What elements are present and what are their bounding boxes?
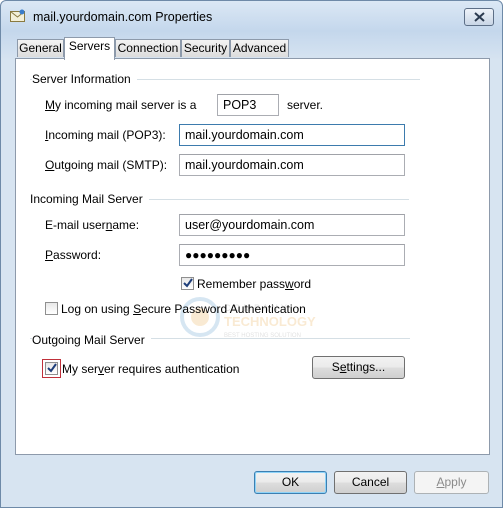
close-button[interactable] [464, 8, 494, 26]
ok-button[interactable]: OK [254, 471, 327, 494]
apply-button[interactable]: Apply [414, 471, 489, 494]
incoming-server-type-field[interactable]: POP3 [217, 94, 279, 116]
incoming-mail-label: Incoming mail (POP3): [45, 128, 166, 142]
settings-button[interactable]: Settings... [312, 356, 405, 379]
svg-text:TECHNOLOGY: TECHNOLOGY [224, 314, 316, 329]
secure-password-auth-label: Log on using Secure Password Authenticat… [61, 302, 306, 316]
checkmark-icon [47, 363, 57, 373]
tab-servers[interactable]: Servers [64, 37, 115, 60]
email-username-label: E-mail username: [45, 218, 140, 232]
tab-connection[interactable]: Connection [115, 39, 181, 57]
password-field[interactable]: ●●●●●●●●● [179, 244, 405, 266]
incoming-server-type-label: My incoming mail server is a [45, 98, 197, 112]
password-label: Password: [45, 248, 102, 262]
group-title-outgoing-mail-server: Outgoing Mail Server [32, 333, 151, 347]
incoming-mail-field[interactable]: mail.yourdomain.com [179, 124, 405, 146]
cancel-button[interactable]: Cancel [334, 471, 407, 494]
server-suffix-label: server. [287, 98, 324, 112]
outgoing-mail-label: Outgoing mail (SMTP): [45, 158, 168, 172]
properties-dialog: mail.yourdomain.com Properties General S… [0, 0, 503, 508]
remember-password-checkbox[interactable] [181, 277, 194, 290]
outgoing-mail-field[interactable]: mail.yourdomain.com [179, 154, 405, 176]
title-bar[interactable]: mail.yourdomain.com Properties [1, 1, 502, 37]
remember-password-label: Remember password [197, 277, 312, 291]
group-title-incoming-mail-server: Incoming Mail Server [30, 192, 149, 206]
window-title: mail.yourdomain.com Properties [33, 10, 213, 24]
server-requires-auth-checkbox[interactable] [45, 362, 58, 375]
tab-general[interactable]: General [17, 39, 64, 57]
tab-advanced[interactable]: Advanced [230, 39, 289, 57]
servers-panel: Server Information My incoming mail serv… [15, 58, 490, 455]
mail-account-icon [10, 9, 26, 23]
checkmark-icon [183, 278, 193, 288]
server-requires-auth-label: My server requires authentication [62, 362, 240, 376]
group-title-server-information: Server Information [32, 72, 137, 86]
email-username-field[interactable]: user@yourdomain.com [179, 214, 405, 236]
secure-password-auth-checkbox[interactable] [45, 302, 58, 315]
tab-security[interactable]: Security [181, 39, 230, 57]
close-icon [474, 12, 485, 22]
